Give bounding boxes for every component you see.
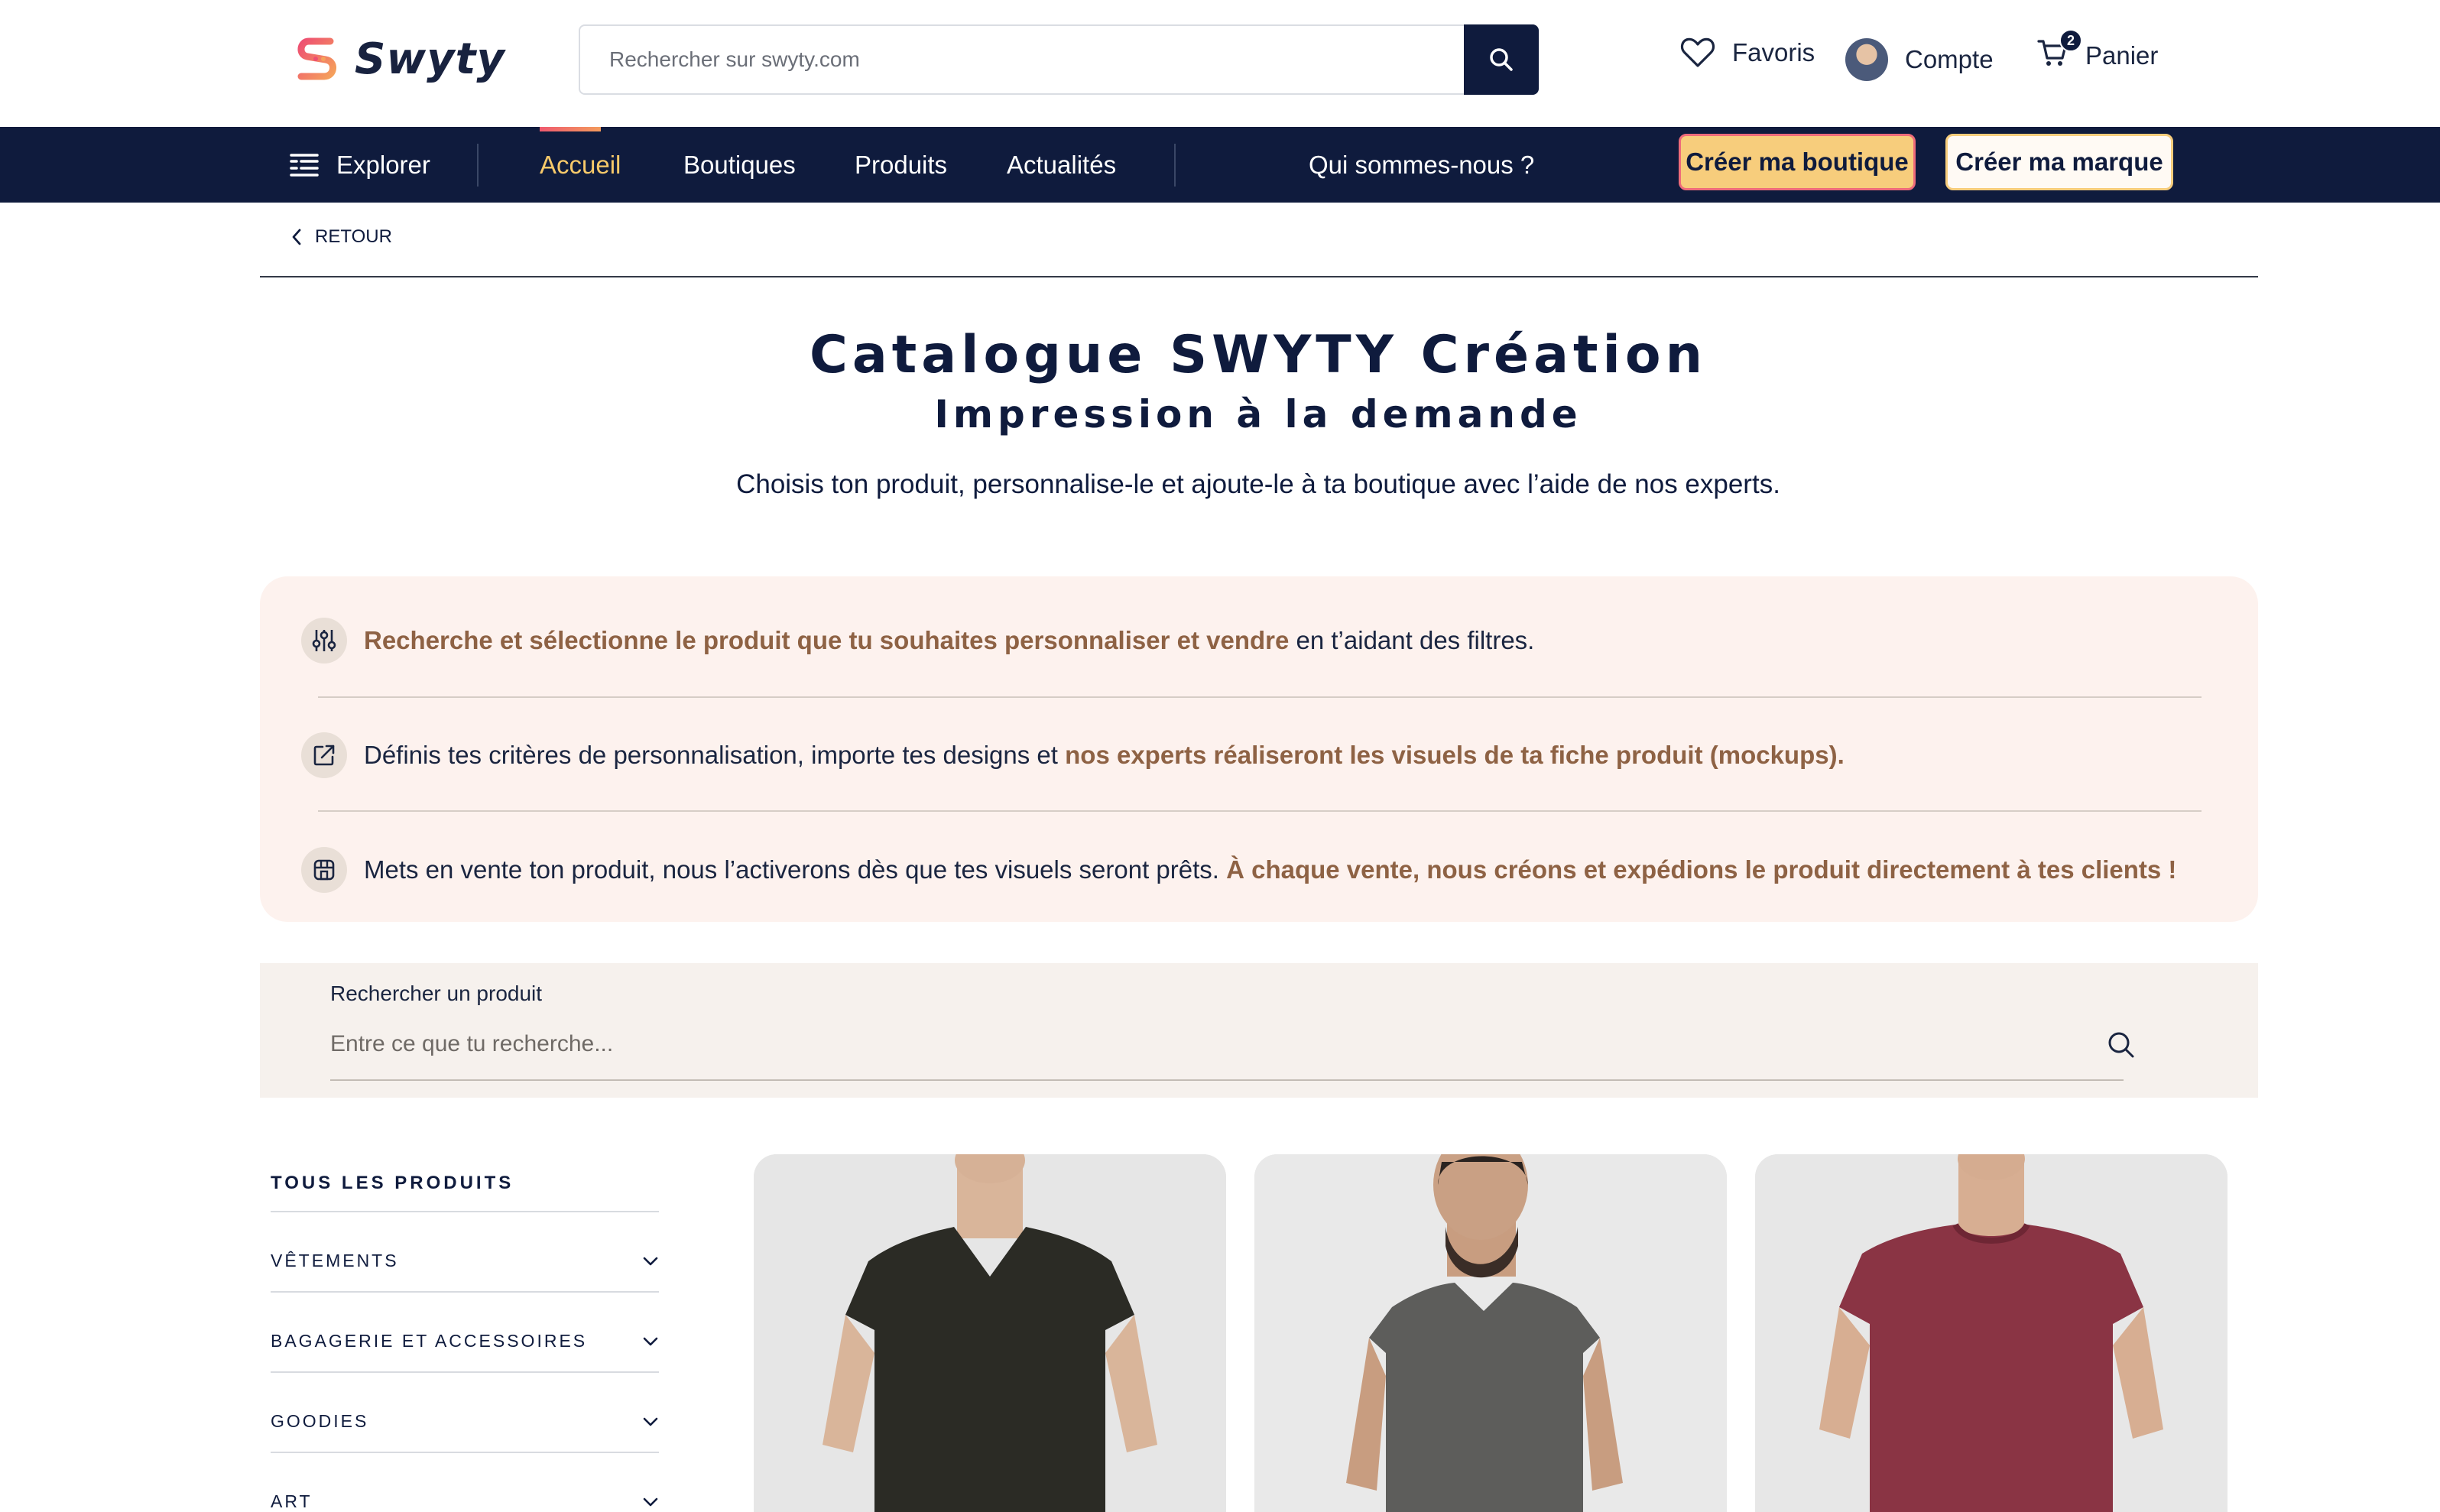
product-search-label: Rechercher un produit — [330, 982, 543, 1005]
product-image — [1755, 1154, 2227, 1512]
explore-label: Explorer — [336, 150, 430, 179]
page-subtitle: Impression à la demande — [934, 392, 1582, 436]
account-label: Compte — [1905, 45, 1994, 73]
divider — [271, 1211, 659, 1212]
step-2-text: Définis tes critères de personnalisation… — [364, 741, 1845, 770]
product-search-panel: Rechercher un produit — [260, 963, 2258, 1098]
account-link[interactable]: Compte — [1845, 38, 1994, 81]
product-image — [1254, 1154, 1727, 1512]
sliders-icon — [301, 618, 347, 664]
cart-count-badge: 2 — [2059, 29, 2082, 52]
category-bagagerie[interactable]: BAGAGERIE ET ACCESSOIRES — [271, 1331, 659, 1351]
divider — [271, 1371, 659, 1373]
step-separator — [318, 810, 2202, 812]
product-search-input[interactable] — [330, 1023, 2088, 1066]
chevron-left-icon — [292, 229, 301, 245]
category-label: VÊTEMENTS — [271, 1251, 399, 1270]
category-label: ART — [271, 1491, 313, 1511]
search-icon[interactable] — [2107, 1030, 2136, 1059]
menu-icon — [290, 153, 319, 177]
global-search-button[interactable] — [1464, 24, 1539, 95]
nav-about-link[interactable]: Qui sommes-nous ? — [1309, 127, 1534, 203]
chevron-down-icon — [643, 1257, 658, 1265]
global-search-input[interactable] — [580, 26, 1467, 93]
storefront-icon — [301, 847, 347, 893]
nav-divider — [477, 144, 479, 187]
cart-label: Panier — [2085, 41, 2159, 70]
nav-divider — [1174, 144, 1176, 187]
search-icon — [1490, 48, 1513, 71]
how-it-works-panel: Recherche et sélectionne le produit que … — [260, 576, 2258, 922]
top-header: Swyty Favoris Compte 2 Panier — [0, 0, 2440, 127]
global-search — [579, 24, 1539, 95]
step-2-highlight: nos experts réaliseront les visuels de t… — [1065, 741, 1845, 769]
page-title: Catalogue SWYTY Création — [810, 325, 1707, 385]
product-card-burgundy[interactable] — [1755, 1154, 2227, 1512]
back-label: RETOUR — [315, 226, 392, 247]
step-3-highlight: À chaque vente, nous créons et expédions… — [1226, 855, 2177, 884]
product-image — [754, 1154, 1226, 1512]
category-list-title: TOUS LES PRODUITS — [271, 1173, 514, 1193]
chevron-down-icon — [643, 1337, 658, 1345]
step-1: Recherche et sélectionne le produit que … — [301, 618, 1534, 664]
nav-tab-accueil[interactable]: Accueil — [540, 127, 621, 203]
explore-menu[interactable]: Explorer — [289, 127, 430, 203]
divider — [271, 1291, 659, 1293]
swyty-logo-icon — [297, 37, 336, 80]
create-shop-button[interactable]: Créer ma boutique — [1679, 134, 1916, 190]
step-3-before: Mets en vente ton produit, nous l’active… — [364, 855, 1227, 884]
swyty-logo[interactable]: Swyty — [290, 32, 505, 86]
step-3-text: Mets en vente ton produit, nous l’active… — [364, 855, 2176, 884]
heart-icon — [1680, 37, 1715, 67]
cart-icon-wrap: 2 — [2036, 29, 2082, 75]
logo-text: Swyty — [355, 34, 505, 84]
back-link[interactable]: RETOUR — [290, 226, 392, 248]
step-1-after: en t’aidant des filtres. — [1289, 626, 1535, 654]
category-art[interactable]: ART — [271, 1491, 659, 1512]
divider — [271, 1452, 659, 1453]
edit-external-icon — [301, 732, 347, 778]
shirt-shape — [1839, 1225, 2143, 1512]
category-label: GOODIES — [271, 1411, 369, 1431]
product-card-black-vneck[interactable] — [754, 1154, 1226, 1512]
chevron-down-icon — [643, 1417, 658, 1426]
create-brand-button[interactable]: Créer ma marque — [1945, 134, 2173, 190]
chevron-down-icon — [643, 1497, 658, 1506]
category-goodies[interactable]: GOODIES — [271, 1411, 659, 1432]
avatar — [1845, 38, 1888, 81]
favorites-link[interactable]: Favoris — [1680, 37, 1815, 69]
shirt-shape — [1369, 1283, 1600, 1512]
step-2: Définis tes critères de personnalisation… — [301, 732, 1845, 778]
nav-tab-boutiques[interactable]: Boutiques — [683, 127, 796, 203]
divider — [260, 276, 2258, 277]
nav-tab-produits[interactable]: Produits — [855, 127, 947, 203]
step-1-text: Recherche et sélectionne le produit que … — [364, 626, 1534, 655]
category-vetements[interactable]: VÊTEMENTS — [271, 1251, 659, 1271]
favorites-label: Favoris — [1732, 38, 1815, 67]
product-search-underline — [330, 1079, 2124, 1081]
step-2-before: Définis tes critères de personnalisation… — [364, 741, 1066, 769]
product-card-grey[interactable] — [1254, 1154, 1727, 1512]
step-3: Mets en vente ton produit, nous l’active… — [301, 847, 2176, 893]
cart-link[interactable]: 2 Panier — [2036, 29, 2159, 75]
page-description: Choisis ton produit, personnalise-le et … — [736, 469, 1780, 499]
step-1-highlight: Recherche et sélectionne le produit que … — [364, 626, 1290, 654]
step-separator — [318, 696, 2202, 698]
category-label: BAGAGERIE ET ACCESSOIRES — [271, 1331, 588, 1351]
nav-tab-actualites[interactable]: Actualités — [1007, 127, 1116, 203]
